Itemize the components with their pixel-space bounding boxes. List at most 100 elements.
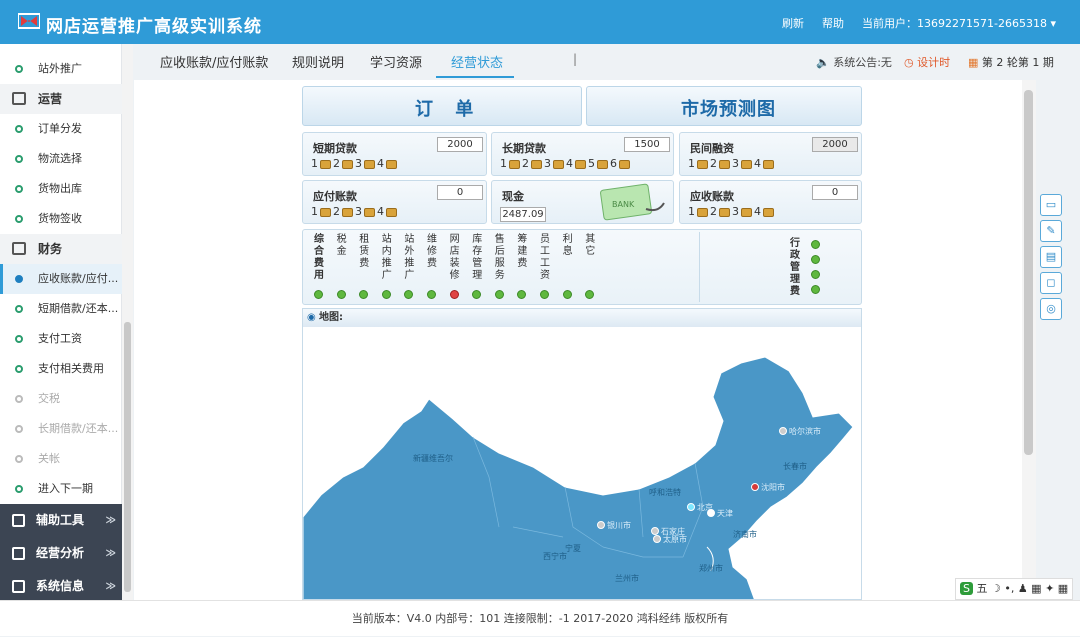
- tab-rules[interactable]: 规则说明: [292, 52, 344, 71]
- status-led-icon[interactable]: [359, 290, 369, 299]
- status-led-icon[interactable]: [494, 290, 504, 299]
- chevron-down-icon: ≫: [105, 548, 116, 559]
- bullet-icon: [15, 275, 23, 283]
- sidebar-item-receipt[interactable]: 货物签收: [0, 204, 122, 234]
- bullet-icon: [15, 65, 23, 73]
- sidebar-section-system[interactable]: 系统信息 ≫: [0, 570, 122, 603]
- sidebar-group-finance[interactable]: 财务: [0, 234, 122, 264]
- region-label: 郑州市: [699, 563, 723, 573]
- sidebar-section-analysis[interactable]: 经营分析 ≫: [0, 537, 122, 570]
- china-map[interactable]: 哈尔滨市沈阳市北京天津石家庄太原市银川市新疆维吾尔呼和浩特长春市宁夏西宁市兰州市…: [303, 327, 862, 600]
- fee-label: 站内推广: [381, 234, 392, 281]
- status-led-icon[interactable]: [585, 290, 595, 299]
- sidebar-item-offsite-promo[interactable]: 站外推广: [0, 54, 122, 84]
- city-pin-icon[interactable]: [653, 535, 661, 543]
- coin-icon: [763, 159, 774, 169]
- sidebar-item-next-period[interactable]: 进入下一期: [0, 474, 122, 504]
- coin-icon: [741, 159, 752, 169]
- sidebar-item-order-dispatch[interactable]: 订单分发: [0, 114, 122, 144]
- caret-down-icon: ▾: [1050, 17, 1056, 30]
- period-indicator: ▦ 第 2 轮第 1 期: [968, 56, 1054, 69]
- status-led-icon[interactable]: [811, 240, 820, 249]
- tab-resources[interactable]: 学习资源: [370, 52, 422, 71]
- city-label: 太原市: [663, 534, 687, 544]
- order-banner[interactable]: 订 单: [302, 86, 582, 126]
- status-led-icon[interactable]: [404, 290, 414, 299]
- help-link[interactable]: 帮助: [822, 15, 844, 31]
- sidebar-section-tools[interactable]: 辅助工具 ≫: [0, 504, 122, 537]
- coin-icon: [597, 159, 608, 169]
- region-label: 西宁市: [543, 551, 567, 561]
- fee-label: 站外推广: [404, 234, 415, 281]
- message-icon[interactable]: ◻: [1040, 272, 1062, 294]
- bank-card-icon: BANK: [600, 183, 665, 221]
- status-led-icon[interactable]: [811, 270, 820, 279]
- status-led-icon[interactable]: [811, 255, 820, 264]
- sidebar-item-shipment[interactable]: 货物出库: [0, 174, 122, 204]
- coin-slots: 123456: [500, 157, 632, 170]
- city-label: 哈尔滨市: [789, 426, 821, 436]
- coin-icon: [531, 159, 542, 169]
- status-led-icon[interactable]: [427, 290, 436, 299]
- sidebar-scroll-thumb[interactable]: [124, 322, 131, 592]
- fee-label: 维修费: [427, 234, 437, 269]
- status-led-icon[interactable]: [314, 290, 323, 299]
- market-forecast-banner[interactable]: 市场预测图: [586, 86, 862, 126]
- short-loan-box[interactable]: 短期贷款 2000 1234: [302, 132, 487, 176]
- map-panel[interactable]: ◉ 地图: 哈尔滨市 沈阳市 北京 天津 石家庄 太原市 银川市 新疆维吾尔 呼和浩特 长春市 宁夏西…: [302, 308, 862, 600]
- receivable-value: 0: [812, 185, 858, 200]
- sidebar-item-pay-fees[interactable]: 支付相关费用: [0, 354, 122, 384]
- fee-label: 利息: [562, 234, 573, 257]
- design-timer[interactable]: ◷ 设计时: [904, 54, 950, 70]
- target-icon[interactable]: ◎: [1040, 298, 1062, 320]
- status-led-icon[interactable]: [381, 290, 391, 299]
- status-led-icon[interactable]: [449, 290, 459, 299]
- content-scroll-thumb[interactable]: [1024, 90, 1033, 455]
- sidebar-item-logistics[interactable]: 物流选择: [0, 144, 122, 174]
- chart-icon: [12, 547, 25, 560]
- tab-business-status[interactable]: 经营状态: [451, 52, 503, 71]
- private-financing-box[interactable]: 民间融资 2000 1234: [679, 132, 862, 176]
- status-led-icon[interactable]: [540, 290, 549, 299]
- sidebar-item-pay-wages[interactable]: 支付工资: [0, 324, 122, 354]
- city-pin-icon[interactable]: [779, 427, 787, 435]
- coin-icon: [697, 207, 708, 217]
- user-id: 13692271571-2665318: [917, 17, 1047, 30]
- sidebar-item-close-books[interactable]: 关帐: [0, 444, 122, 474]
- payable-box[interactable]: 应付账款 0 1234: [302, 180, 487, 224]
- ime-toolbar[interactable]: S 五 ☽ •, ♟ ▦ ✦ ▦: [955, 578, 1073, 600]
- current-user[interactable]: 当前用户：13692271571-2665318 ▾: [862, 15, 1056, 31]
- city-pin-icon[interactable]: [707, 509, 715, 517]
- cash-box[interactable]: 现金 2487.09 BANK: [491, 180, 674, 224]
- city-pin-icon[interactable]: [651, 527, 659, 535]
- status-led-icon[interactable]: [336, 290, 346, 299]
- cash-value: 2487.09: [500, 207, 546, 222]
- info-icon: [12, 580, 25, 593]
- globe-icon: ◉: [307, 312, 316, 323]
- status-led-icon[interactable]: [811, 285, 820, 294]
- sidebar-item-long-loan[interactable]: 长期借款/还本...: [0, 414, 122, 444]
- city-pin-icon[interactable]: [751, 483, 759, 491]
- sidebar-item-tax[interactable]: 交税: [0, 384, 122, 414]
- coin-icon: [364, 159, 375, 169]
- sidebar-group-operations[interactable]: 运营: [0, 84, 122, 114]
- coin-icon: [342, 207, 353, 217]
- bullet-icon: [15, 125, 23, 133]
- city-pin-icon[interactable]: [687, 503, 695, 511]
- edit-icon[interactable]: ✎: [1040, 220, 1062, 242]
- clipboard-icon[interactable]: ▤: [1040, 246, 1062, 268]
- system-notice[interactable]: 🔈 系统公告:无: [816, 54, 892, 70]
- sidebar-item-short-loan[interactable]: 短期借款/还本...: [0, 294, 122, 324]
- long-loan-value: 1500: [624, 137, 670, 152]
- refresh-link[interactable]: 刷新: [782, 15, 804, 31]
- city-pin-icon[interactable]: [597, 521, 605, 529]
- layout-icon[interactable]: ▭: [1040, 194, 1062, 216]
- receivable-box[interactable]: 应收账款 0 1234: [679, 180, 862, 224]
- tab-receivable-payable[interactable]: 应收账款/应付账款: [160, 52, 268, 71]
- calendar-icon: ▦: [968, 56, 979, 69]
- status-led-icon[interactable]: [562, 290, 572, 299]
- long-loan-box[interactable]: 长期贷款 1500 123456: [491, 132, 674, 176]
- status-led-icon[interactable]: [517, 290, 527, 299]
- sidebar-item-receivable-payable[interactable]: 应收账款/应付...: [0, 264, 122, 294]
- status-led-icon[interactable]: [472, 290, 482, 299]
